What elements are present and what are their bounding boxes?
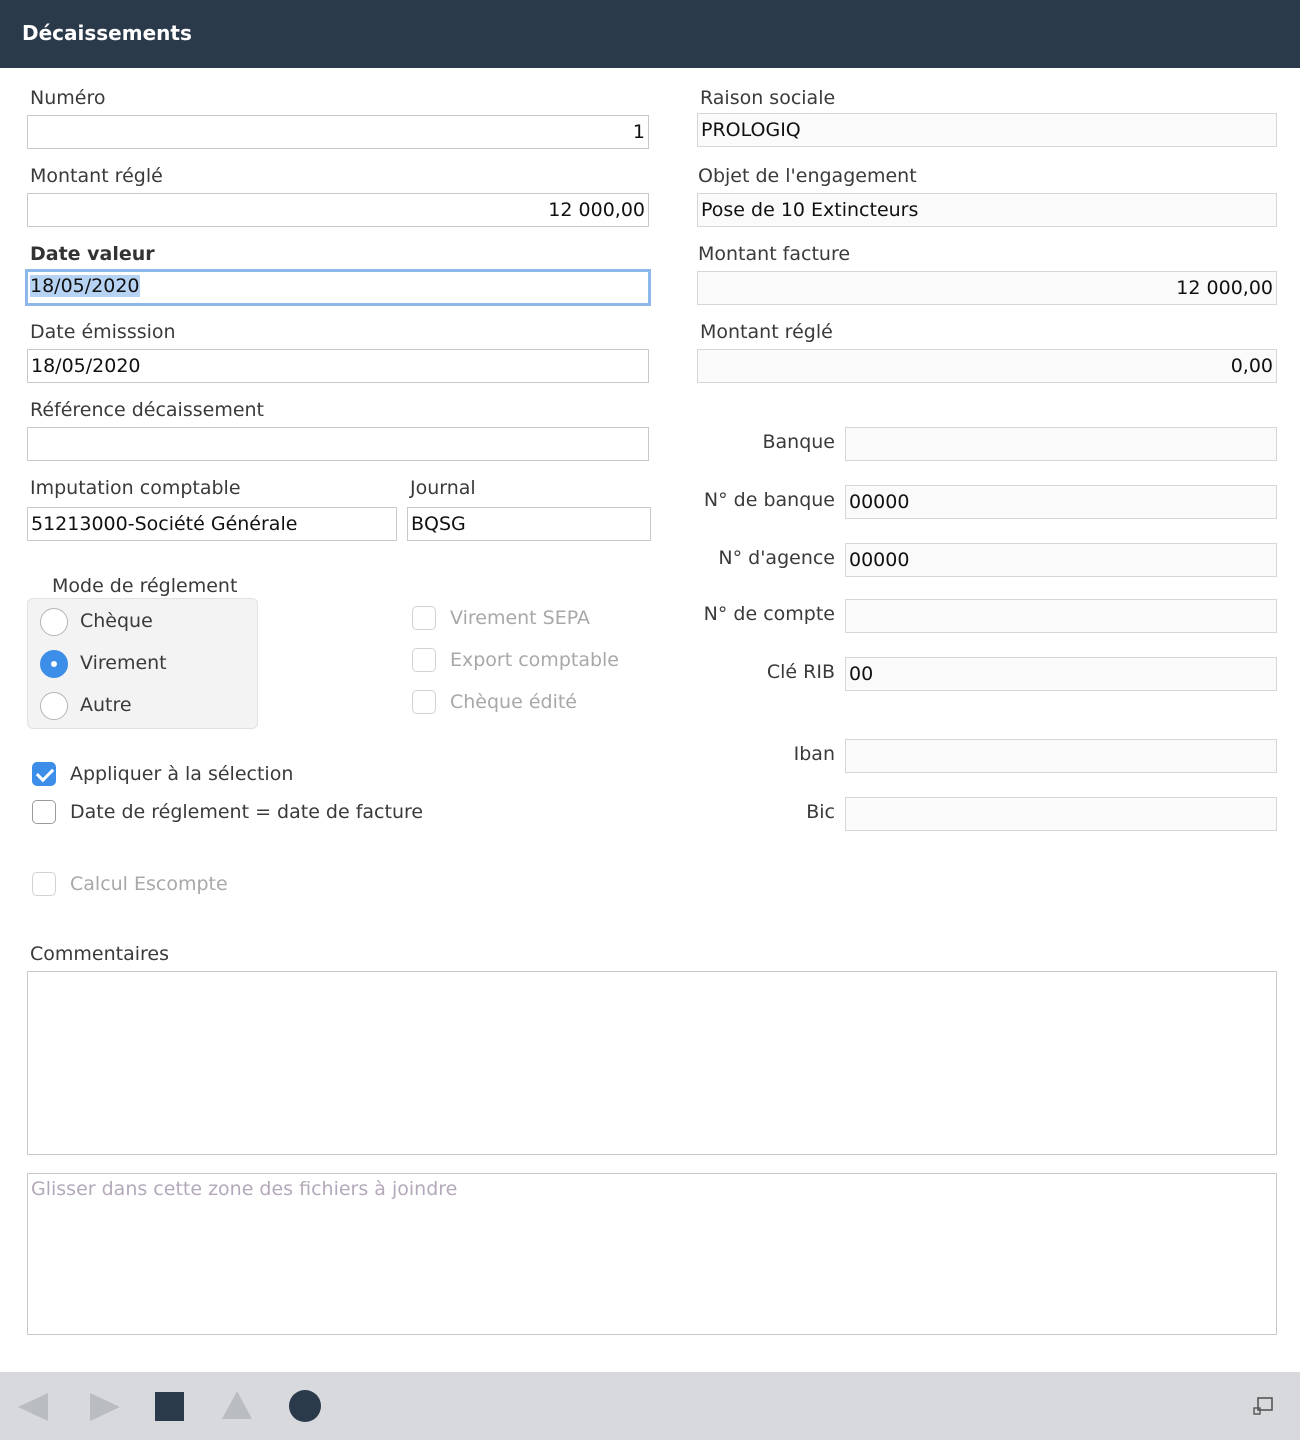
reference-label: Référence décaissement <box>30 399 265 421</box>
appliquer-checkbox[interactable] <box>32 762 56 786</box>
resize-icon[interactable] <box>1252 1396 1276 1420</box>
bic-label: Bic <box>806 801 835 823</box>
up-icon[interactable] <box>220 1389 254 1421</box>
window-title: Décaissements <box>22 21 192 45</box>
raison-sociale-field[interactable]: PROLOGIQ <box>697 113 1277 147</box>
cheque-edite-checkbox[interactable] <box>412 690 436 714</box>
montant-regle-label: Montant réglé <box>30 165 163 187</box>
journal-field[interactable]: BQSG <box>407 507 651 541</box>
imputation-field[interactable]: 51213000-Société Générale <box>27 507 397 541</box>
reference-field[interactable] <box>27 427 649 461</box>
date-valeur-value: 18/05/2020 <box>30 275 140 297</box>
numero-label: Numéro <box>30 87 106 109</box>
radio-virement-label[interactable]: Virement <box>80 652 167 674</box>
montant-facture-field[interactable]: 12 000,00 <box>697 271 1277 305</box>
commentaires-textarea[interactable] <box>27 971 1277 1155</box>
stop-icon[interactable] <box>154 1391 186 1423</box>
montant-regle-field[interactable]: 12 000,00 <box>27 193 649 227</box>
no-agence-label: N° d'agence <box>718 547 835 569</box>
iban-label: Iban <box>793 743 835 765</box>
footer-toolbar <box>0 1372 1300 1440</box>
attachments-dropzone[interactable]: Glisser dans cette zone des fichiers à j… <box>27 1173 1277 1335</box>
montant-regle-right-field[interactable]: 0,00 <box>697 349 1277 383</box>
journal-label: Journal <box>410 477 476 499</box>
banque-field[interactable] <box>845 427 1277 461</box>
radio-cheque-label[interactable]: Chèque <box>80 610 153 632</box>
commentaires-label: Commentaires <box>30 943 169 965</box>
banque-label: Banque <box>762 431 835 453</box>
virement-sepa-checkbox[interactable] <box>412 606 436 630</box>
date-emission-field[interactable]: 18/05/2020 <box>27 349 649 383</box>
virement-sepa-label: Virement SEPA <box>450 607 590 629</box>
export-comptable-checkbox[interactable] <box>412 648 436 672</box>
raison-sociale-label: Raison sociale <box>700 87 836 109</box>
no-banque-label: N° de banque <box>703 489 835 511</box>
calcul-escompte-checkbox[interactable] <box>32 872 56 896</box>
objet-label: Objet de l'engagement <box>698 165 917 187</box>
record-icon[interactable] <box>288 1389 324 1425</box>
appliquer-label[interactable]: Appliquer à la sélection <box>70 763 293 785</box>
numero-field[interactable]: 1 <box>27 115 649 149</box>
next-icon[interactable] <box>88 1390 122 1424</box>
no-compte-field[interactable] <box>845 599 1277 633</box>
radio-cheque[interactable] <box>40 608 68 636</box>
dropzone-placeholder: Glisser dans cette zone des fichiers à j… <box>31 1178 458 1200</box>
cheque-edite-label: Chèque édité <box>450 691 577 713</box>
cle-rib-field[interactable]: 00 <box>845 657 1277 691</box>
iban-field[interactable] <box>845 739 1277 773</box>
imputation-label: Imputation comptable <box>30 477 241 499</box>
export-comptable-label: Export comptable <box>450 649 619 671</box>
radio-virement[interactable] <box>40 650 68 678</box>
cle-rib-label: Clé RIB <box>766 661 835 683</box>
montant-regle-right-label: Montant réglé <box>700 321 833 343</box>
date-valeur-label: Date valeur <box>30 243 155 265</box>
date-emission-label: Date émisssion <box>30 321 176 343</box>
montant-facture-label: Montant facture <box>698 243 851 265</box>
calcul-escompte-label: Calcul Escompte <box>70 873 228 895</box>
title-bar: Décaissements <box>0 0 1300 68</box>
radio-autre[interactable] <box>40 692 68 720</box>
radio-autre-label[interactable]: Autre <box>80 694 132 716</box>
bic-field[interactable] <box>845 797 1277 831</box>
date-reglement-label[interactable]: Date de réglement = date de facture <box>70 801 423 823</box>
mode-reglement-label: Mode de réglement <box>52 575 238 597</box>
date-valeur-field[interactable]: 18/05/2020 <box>25 269 651 306</box>
objet-field[interactable]: Pose de 10 Extincteurs <box>697 193 1277 227</box>
date-reglement-checkbox[interactable] <box>32 800 56 824</box>
no-banque-field[interactable]: 00000 <box>845 485 1277 519</box>
no-agence-field[interactable]: 00000 <box>845 543 1277 577</box>
no-compte-label: N° de compte <box>703 603 835 625</box>
previous-icon[interactable] <box>16 1390 50 1424</box>
